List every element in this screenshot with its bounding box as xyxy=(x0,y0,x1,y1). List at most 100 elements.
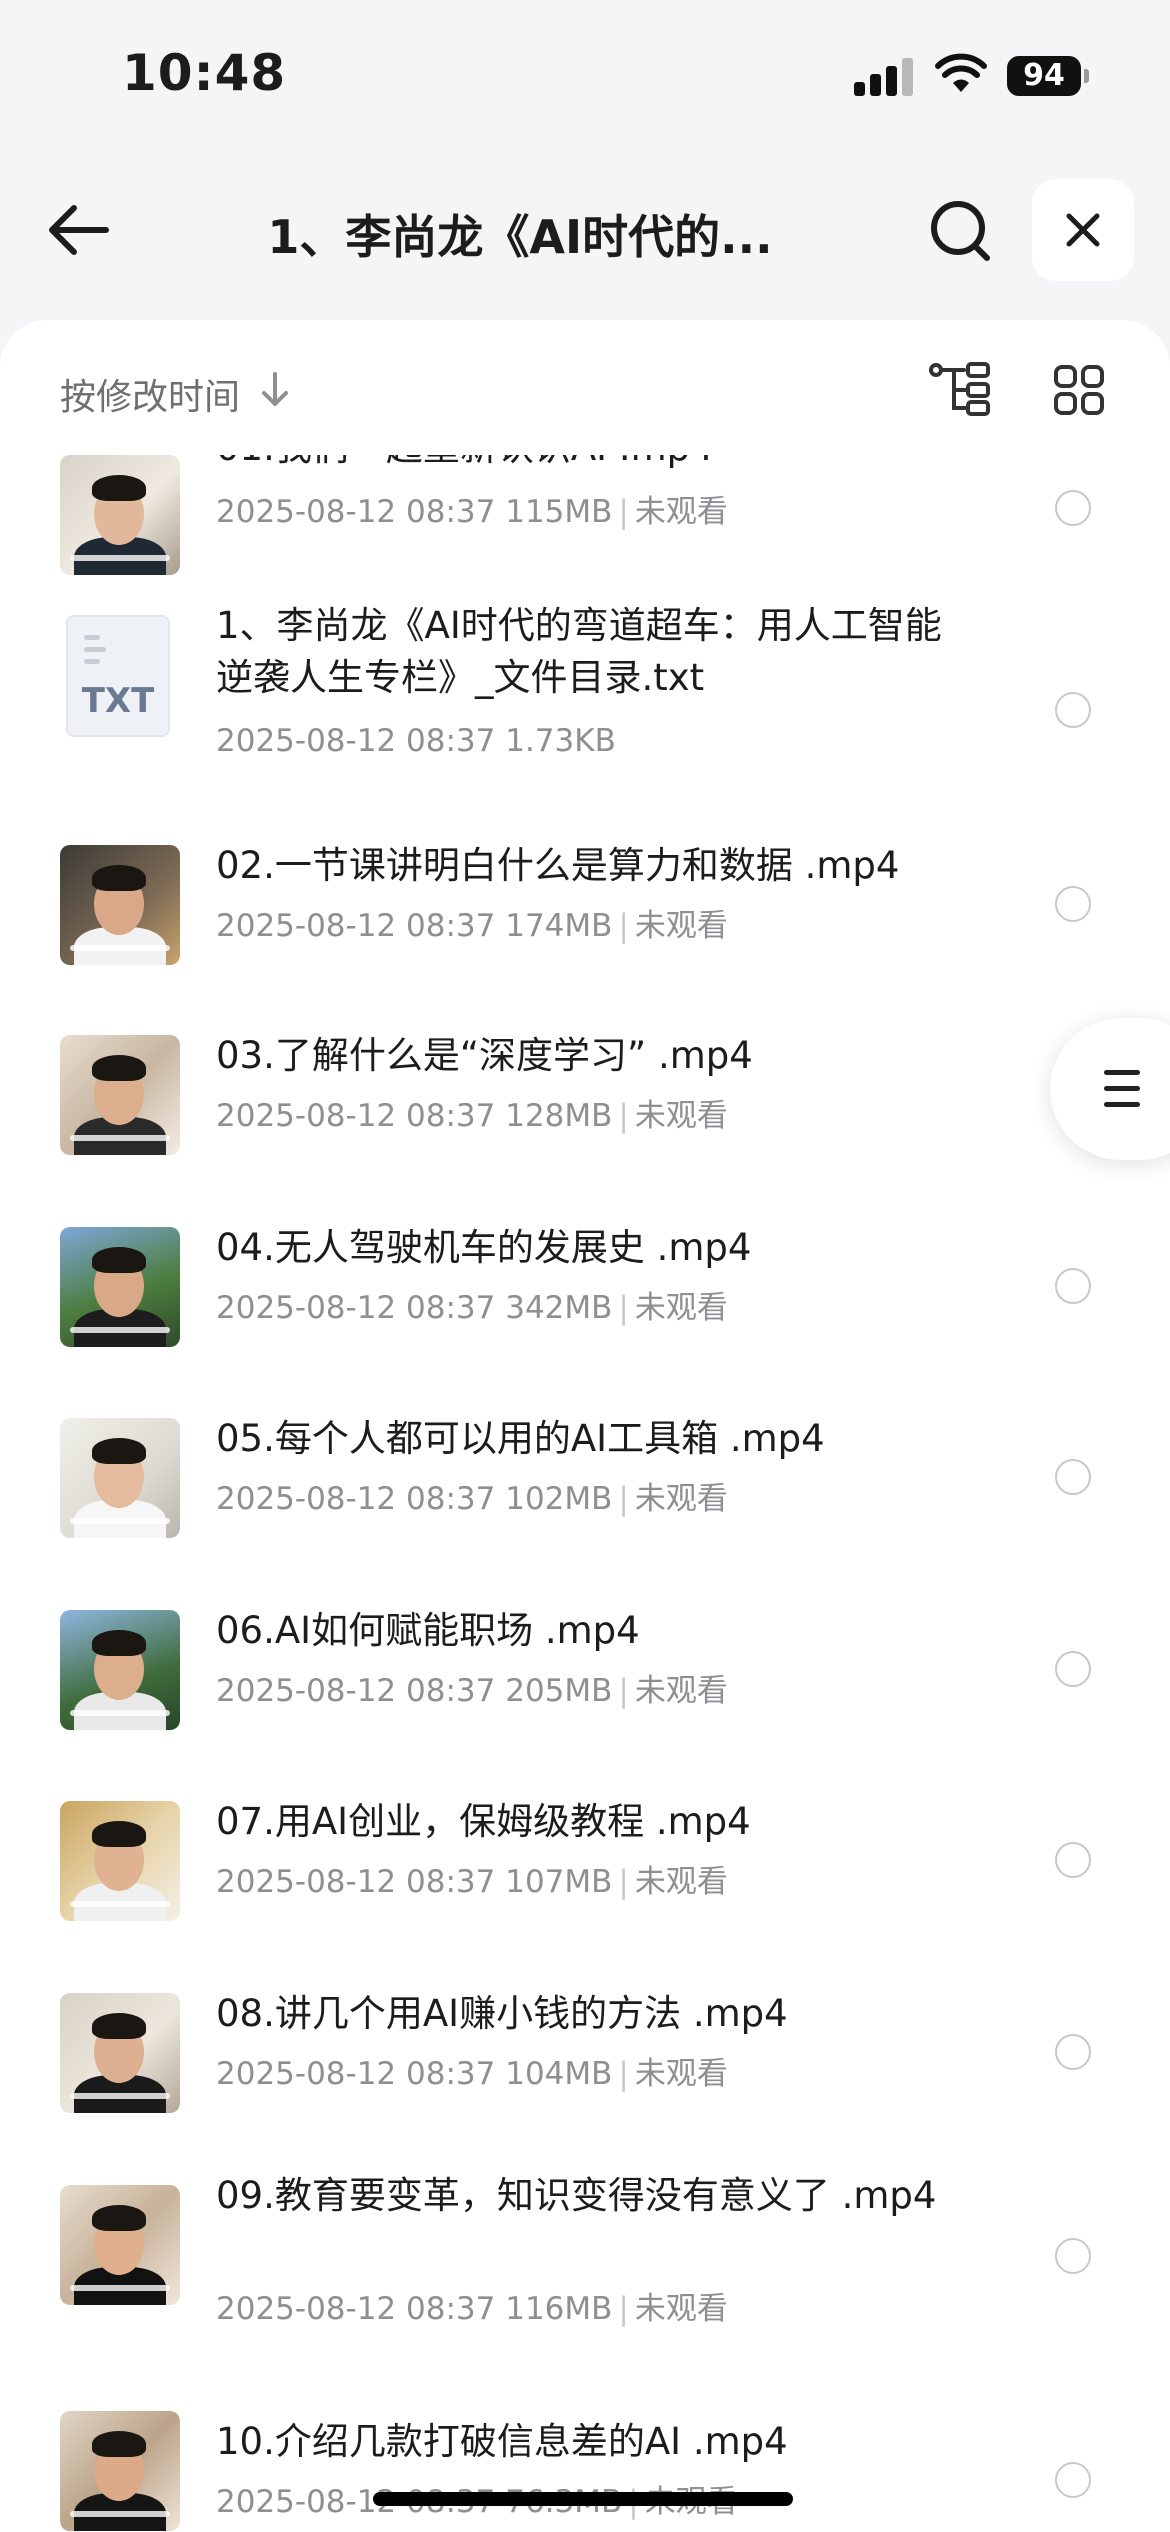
file-meta: 2025-08-12 08:37 1.73KB xyxy=(216,723,616,759)
file-name: 1、李尚龙《AI时代的弯道超车：用人工智能逆袭人生专栏》_文件目录.txt xyxy=(216,604,942,699)
select-radio[interactable] xyxy=(1055,1842,1091,1878)
watch-status: 未观看 xyxy=(634,494,728,530)
status-time: 10:48 xyxy=(122,44,287,102)
file-meta: 2025-08-12 08:37 128MB | 未观看 xyxy=(216,1098,728,1134)
wifi-icon xyxy=(935,53,987,92)
arrow-left-icon[interactable] xyxy=(40,195,120,265)
file-name: 02.一节课讲明白什么是算力和数据 .mp4 xyxy=(216,844,900,887)
file-meta: 2025-08-12 08:37 104MB | 未观看 xyxy=(216,2056,728,2092)
video-thumbnail xyxy=(60,1418,180,1538)
file-size: 205MB xyxy=(505,1673,613,1709)
file-meta: 2025-08-12 08:37 342MB | 未观看 xyxy=(216,1290,728,1326)
page-title: 1、李尚龙《AI时代的... xyxy=(267,210,773,264)
search-icon[interactable] xyxy=(925,195,997,267)
file-row[interactable]: 09.教育要变革，知识变得没有意义了 .mp4 2025-08-12 08:37 … xyxy=(0,2150,1170,2327)
watch-status: 未观看 xyxy=(634,1864,728,1900)
status-bar: 10:48 94 xyxy=(0,0,1170,150)
txt-file-icon-label: TXT xyxy=(81,681,155,721)
file-date: 2025-08-12 08:37 xyxy=(216,2056,496,2092)
nav-bar: 1、李尚龙《AI时代的... xyxy=(0,165,1170,295)
select-radio[interactable] xyxy=(1055,490,1091,526)
file-row[interactable]: 05.每个人都可以用的AI工具箱 .mp4 2025-08-12 08:37 10… xyxy=(0,1393,1170,1543)
file-date: 2025-08-12 08:37 xyxy=(216,1864,496,1900)
select-radio[interactable] xyxy=(1055,1459,1091,1495)
file-size: 116MB xyxy=(505,2291,613,2327)
video-thumbnail xyxy=(60,1227,180,1347)
file-row[interactable]: 07.用AI创业，保姆级教程 .mp4 2025-08-12 08:37 107M… xyxy=(0,1776,1170,1926)
watch-status: 未观看 xyxy=(634,1673,728,1709)
watch-status: 未观看 xyxy=(634,2291,728,2327)
select-radio[interactable] xyxy=(1055,2462,1091,2498)
video-thumbnail xyxy=(60,1993,180,2113)
file-list: 01.我们一起重新认识AI .mp42025-08-12 08:37 115MB… xyxy=(0,320,1170,2532)
video-thumbnail xyxy=(60,1610,180,1730)
watch-status: 未观看 xyxy=(634,1290,728,1326)
select-radio[interactable] xyxy=(1055,2238,1091,2274)
watch-status: 未观看 xyxy=(634,2056,728,2092)
select-radio[interactable] xyxy=(1055,692,1091,728)
file-meta: 2025-08-12 08:37 116MB | 未观看 xyxy=(216,2291,728,2327)
grid-view-icon[interactable] xyxy=(1053,364,1105,416)
file-row[interactable]: 08.讲几个用AI赚小钱的方法 .mp4 2025-08-12 08:37 104… xyxy=(0,1968,1170,2118)
txt-file-icon: TXT xyxy=(66,615,170,737)
arrow-down-icon[interactable] xyxy=(258,370,292,410)
file-date: 2025-08-12 08:37 xyxy=(216,1481,496,1517)
file-row[interactable]: 04.无人驾驶机车的发展史 .mp4 2025-08-12 08:37 342MB… xyxy=(0,1202,1170,1352)
file-meta: 2025-08-12 08:37 174MB | 未观看 xyxy=(216,908,728,944)
file-date: 2025-08-12 08:37 xyxy=(216,1290,496,1326)
file-name: 03.了解什么是“深度学习” .mp4 xyxy=(216,1034,753,1077)
file-date: 2025-08-12 08:37 xyxy=(216,494,496,530)
file-row[interactable]: 06.AI如何赋能职场 .mp4 2025-08-12 08:37 205MB | 未… xyxy=(0,1585,1170,1735)
file-size: 102MB xyxy=(505,1481,613,1517)
file-name: 07.用AI创业，保姆级教程 .mp4 xyxy=(216,1800,751,1843)
signal-icon xyxy=(854,56,914,96)
select-radio[interactable] xyxy=(1055,1268,1091,1304)
watch-status: 未观看 xyxy=(634,1481,728,1517)
home-indicator xyxy=(373,2492,793,2506)
file-name: 04.无人驾驶机车的发展史 .mp4 xyxy=(216,1226,752,1269)
video-thumbnail xyxy=(60,2185,180,2305)
video-thumbnail xyxy=(60,845,180,965)
video-thumbnail xyxy=(60,455,180,575)
select-radio[interactable] xyxy=(1055,2034,1091,2070)
video-thumbnail xyxy=(60,1035,180,1155)
file-name: 05.每个人都可以用的AI工具箱 .mp4 xyxy=(216,1417,825,1460)
video-thumbnail xyxy=(60,2411,180,2531)
watch-status: 未观看 xyxy=(634,1098,728,1134)
file-name: 06.AI如何赋能职场 .mp4 xyxy=(216,1609,640,1652)
file-row[interactable]: 10.介绍几款打破信息差的AI .mp42025-08-12 08:37 76.… xyxy=(0,2396,1170,2532)
file-row[interactable]: 03.了解什么是“深度学习” .mp4 2025-08-12 08:37 128M… xyxy=(0,1010,1170,1160)
file-date: 2025-08-12 08:37 xyxy=(216,908,496,944)
file-size: 342MB xyxy=(505,1290,613,1326)
file-name: 10.介绍几款打破信息差的AI .mp4 xyxy=(216,2420,788,2463)
video-thumbnail xyxy=(60,1801,180,1921)
sort-by-modified-time-button[interactable]: 按修改时间 xyxy=(60,368,240,420)
file-date: 2025-08-12 08:37 xyxy=(216,1673,496,1709)
file-row[interactable]: 01.我们一起重新认识AI .mp42025-08-12 08:37 115MB… xyxy=(0,426,1170,600)
file-size: 104MB xyxy=(505,2056,613,2092)
file-name: 08.讲几个用AI赚小钱的方法 .mp4 xyxy=(216,1992,788,2035)
close-button[interactable] xyxy=(1032,179,1134,281)
watch-status: 未观看 xyxy=(634,908,728,944)
file-meta: 2025-08-12 08:37 205MB | 未观看 xyxy=(216,1673,728,1709)
file-row[interactable]: 02.一节课讲明白什么是算力和数据 .mp4 2025-08-12 08:37 1… xyxy=(0,820,1170,970)
file-row[interactable]: TXT 1、李尚龙《AI时代的弯道超车：用人工智能逆袭人生专栏》_文件目录.txt… xyxy=(0,600,1170,759)
select-radio[interactable] xyxy=(1055,886,1091,922)
file-date: 2025-08-12 08:37 xyxy=(216,723,496,759)
file-meta: 2025-08-12 08:37 115MB | 未观看 xyxy=(216,494,728,530)
file-meta: 2025-08-12 08:37 107MB | 未观看 xyxy=(216,1864,728,1900)
tree-view-icon[interactable] xyxy=(928,362,992,418)
file-name: 09.教育要变革，知识变得没有意义了 .mp4 xyxy=(216,2174,937,2217)
file-meta: 2025-08-12 08:37 102MB | 未观看 xyxy=(216,1481,728,1517)
file-sheet: 按修改时间 01.我们一起重新认识AI .mp42025-08-12 08:37… xyxy=(0,320,1170,2532)
file-size: 115MB xyxy=(505,494,613,530)
file-size: 174MB xyxy=(505,908,613,944)
select-radio[interactable] xyxy=(1055,1651,1091,1687)
file-size: 128MB xyxy=(505,1098,613,1134)
sort-bar: 按修改时间 xyxy=(0,320,1170,455)
battery-icon: 94 xyxy=(1007,56,1089,96)
battery-level: 94 xyxy=(1007,56,1081,96)
file-size: 1.73KB xyxy=(505,723,616,759)
close-icon xyxy=(1066,213,1100,247)
file-date: 2025-08-12 08:37 xyxy=(216,2291,496,2327)
